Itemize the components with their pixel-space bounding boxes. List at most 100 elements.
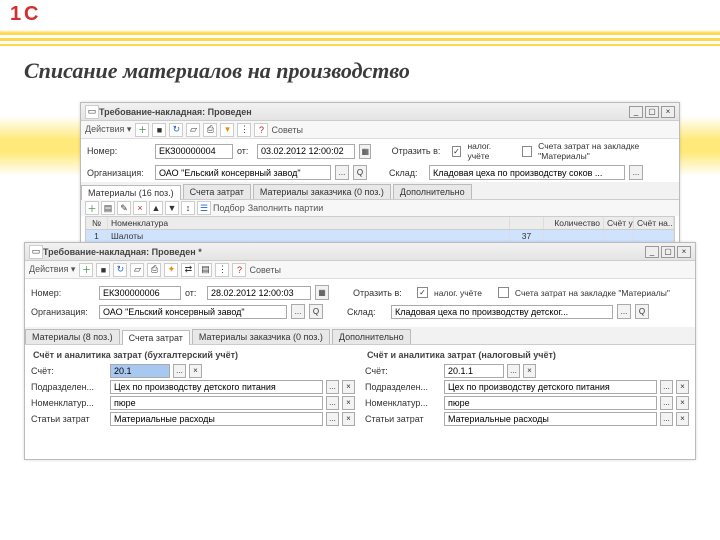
clear-button[interactable]: × xyxy=(676,412,689,426)
org-input[interactable] xyxy=(155,165,331,180)
schet-input[interactable] xyxy=(444,364,504,378)
tax-checkbox[interactable]: ✓ xyxy=(452,146,462,157)
tab-materials[interactable]: Материалы (8 поз.) xyxy=(25,329,120,344)
org-picker-button[interactable]: ... xyxy=(335,165,349,180)
add-icon[interactable]: ＋ xyxy=(79,263,93,277)
calendar-button[interactable]: ▦ xyxy=(359,144,371,159)
tab-additional[interactable]: Дополнительно xyxy=(332,329,411,344)
minimize-button[interactable]: _ xyxy=(645,246,659,258)
podbor-label[interactable]: Подбор xyxy=(213,203,245,213)
pick-button[interactable]: ... xyxy=(660,412,673,426)
row-edit-icon[interactable]: ✎ xyxy=(117,201,131,215)
row-up-icon[interactable]: ▲ xyxy=(149,201,163,215)
tab-costs[interactable]: Счета затрат xyxy=(122,330,190,345)
stat-input[interactable] xyxy=(110,412,323,426)
row-sort-icon[interactable]: ↕ xyxy=(181,201,195,215)
refresh-icon[interactable]: ↻ xyxy=(169,123,183,137)
close-button[interactable]: × xyxy=(677,246,691,258)
sklad-label: Склад: xyxy=(347,307,387,317)
podr-label: Подразделен... xyxy=(31,382,107,392)
actions-menu[interactable]: Действия ▾ xyxy=(85,124,131,135)
actions-menu[interactable]: Действия ▾ xyxy=(29,264,75,275)
save-icon[interactable]: ■ xyxy=(152,123,166,137)
org-open-button[interactable]: Q xyxy=(309,304,323,319)
save-icon[interactable]: ■ xyxy=(96,263,110,277)
cost-tab-checkbox[interactable] xyxy=(498,287,509,298)
window-requisition-2: ▭ Требование-накладная: Проведен * _ ▢ ×… xyxy=(24,242,696,460)
number-input[interactable] xyxy=(99,286,181,300)
titlebar[interactable]: ▭ Требование-накладная: Проведен * _ ▢ × xyxy=(25,243,695,261)
sklad-input[interactable] xyxy=(429,165,625,180)
tab-materials[interactable]: Материалы (16 поз.) xyxy=(81,185,181,200)
section-title-right: Счёт и аналитика затрат (налоговый учёт) xyxy=(365,347,689,362)
report-icon[interactable]: ▤ xyxy=(198,263,212,277)
org-input[interactable] xyxy=(99,305,287,319)
clear-button[interactable]: × xyxy=(189,364,202,378)
podr-label: Подразделен... xyxy=(365,382,441,392)
add-icon[interactable]: ＋ xyxy=(135,123,149,137)
pick-button[interactable]: ... xyxy=(660,396,673,410)
nom-input[interactable] xyxy=(110,396,323,410)
tax-checkbox[interactable]: ✓ xyxy=(417,287,428,298)
more-icon[interactable]: ▾ xyxy=(220,123,234,137)
date-input[interactable] xyxy=(257,144,355,159)
folder-icon[interactable]: ▱ xyxy=(186,123,200,137)
tab-additional[interactable]: Дополнительно xyxy=(393,184,472,199)
clear-button[interactable]: × xyxy=(342,396,355,410)
tab-customer-materials[interactable]: Материалы заказчика (0 поз.) xyxy=(192,329,330,344)
tips-icon[interactable]: ? xyxy=(232,263,246,277)
clear-button[interactable]: × xyxy=(342,412,355,426)
clear-button[interactable]: × xyxy=(676,396,689,410)
dt-kt-icon[interactable]: ⇄ xyxy=(181,263,195,277)
tab-customer-materials[interactable]: Материалы заказчика (0 поз.) xyxy=(253,184,391,199)
org-picker-button[interactable]: ... xyxy=(291,304,305,319)
sklad-picker-button[interactable]: ... xyxy=(629,165,643,180)
grid-header: № Номенклатура Количество Счёт уч... Счё… xyxy=(86,217,674,230)
maximize-button[interactable]: ▢ xyxy=(661,246,675,258)
tips-label[interactable]: Советы xyxy=(249,265,280,275)
posting-icon[interactable]: ✦ xyxy=(164,263,178,277)
row-down-icon[interactable]: ▼ xyxy=(165,201,179,215)
tips-label[interactable]: Советы xyxy=(271,125,302,135)
titlebar[interactable]: ▭ Требование-накладная: Проведен _ ▢ × xyxy=(81,103,679,121)
pick-button[interactable]: ... xyxy=(326,396,339,410)
podr-input[interactable] xyxy=(110,380,323,394)
minimize-button[interactable]: _ xyxy=(629,106,643,118)
row-add-icon[interactable]: ＋ xyxy=(85,201,99,215)
print-icon[interactable]: ⎙ xyxy=(203,123,217,137)
date-input[interactable] xyxy=(207,286,311,300)
refresh-icon[interactable]: ↻ xyxy=(113,263,127,277)
maximize-button[interactable]: ▢ xyxy=(645,106,659,118)
sklad-picker-button[interactable]: ... xyxy=(617,304,631,319)
print-icon[interactable]: ⎙ xyxy=(147,263,161,277)
folder-icon[interactable]: ▱ xyxy=(130,263,144,277)
pick-button[interactable]: ... xyxy=(507,364,520,378)
podr-input[interactable] xyxy=(444,380,657,394)
calendar-button[interactable]: ▦ xyxy=(315,285,329,300)
number-input[interactable] xyxy=(155,144,233,159)
podbor-icon[interactable]: ☰ xyxy=(197,201,211,215)
fill-label[interactable]: Заполнить партии xyxy=(248,203,324,213)
pick-button[interactable]: ... xyxy=(326,380,339,394)
cost-tab-checkbox[interactable] xyxy=(522,146,532,157)
pick-button[interactable]: ... xyxy=(660,380,673,394)
row-delete-icon[interactable]: × xyxy=(133,201,147,215)
window-title: Требование-накладная: Проведен xyxy=(99,107,627,117)
structure-icon[interactable]: ⋮ xyxy=(215,263,229,277)
row-copy-icon[interactable]: ▤ xyxy=(101,201,115,215)
sklad-open-button[interactable]: Q xyxy=(635,304,649,319)
nom-input[interactable] xyxy=(444,396,657,410)
clear-button[interactable]: × xyxy=(342,380,355,394)
close-button[interactable]: × xyxy=(661,106,675,118)
clear-button[interactable]: × xyxy=(523,364,536,378)
schet-input[interactable] xyxy=(110,364,170,378)
sklad-input[interactable] xyxy=(391,305,613,319)
stat-input[interactable] xyxy=(444,412,657,426)
org-open-button[interactable]: Q xyxy=(353,165,367,180)
pick-button[interactable]: ... xyxy=(326,412,339,426)
tab-costs[interactable]: Счета затрат xyxy=(183,184,251,199)
clear-button[interactable]: × xyxy=(676,380,689,394)
tips-icon[interactable]: ? xyxy=(254,123,268,137)
link-icon[interactable]: ⋮ xyxy=(237,123,251,137)
pick-button[interactable]: ... xyxy=(173,364,186,378)
